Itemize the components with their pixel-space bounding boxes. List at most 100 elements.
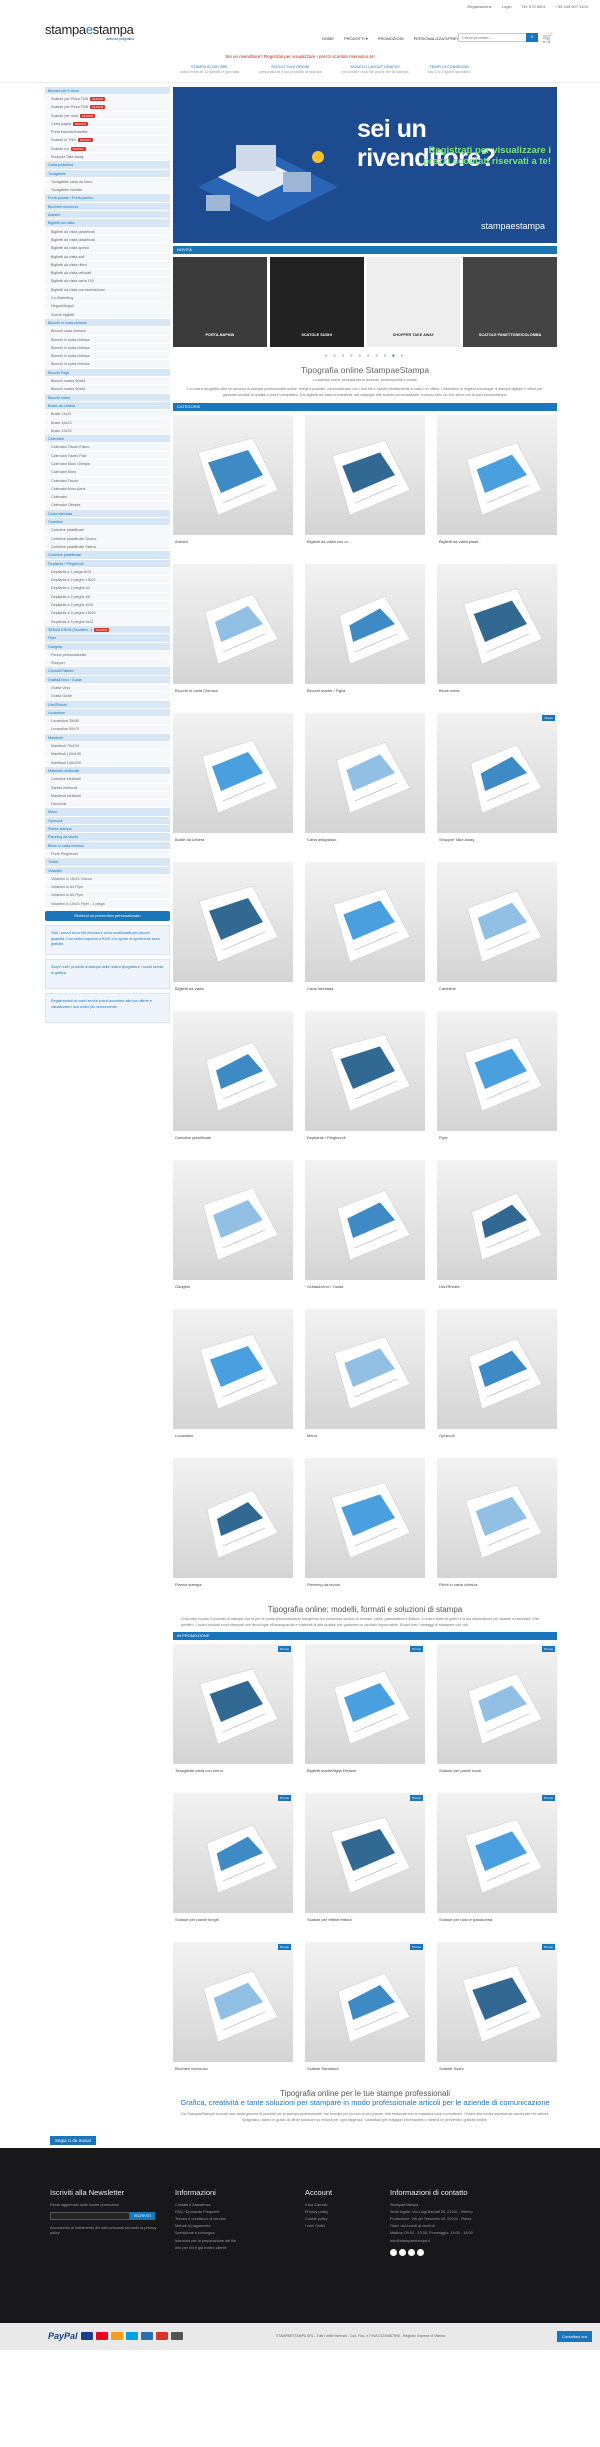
sidebar-subcategory[interactable]: Cartoline elettorali: [45, 775, 170, 784]
product-image[interactable]: [305, 414, 425, 535]
product-name[interactable]: Carta Intestata: [305, 986, 425, 991]
product-card[interactable]: Pianca stampa: [173, 1457, 293, 1595]
sidebar-category[interactable]: Adesivi: [45, 211, 170, 220]
product-image[interactable]: [173, 1010, 293, 1131]
product-image[interactable]: [437, 1010, 557, 1131]
product-name[interactable]: Opuscoli: [437, 1433, 557, 1438]
sidebar-subcategory[interactable]: Biglietti da visita spessi: [45, 244, 170, 253]
sidebar-subcategory[interactable]: Porta bicchieri/bavetta: [45, 128, 170, 137]
sidebar-category[interactable]: Libri/Riviste: [45, 700, 170, 709]
footer-info-link[interactable]: Info per chi è già nostro cliente: [175, 2245, 285, 2252]
sidebar-subcategory[interactable]: Blocchi madre 60x84: [45, 385, 170, 394]
product-name[interactable]: Gratta&Vinci / Guida: [305, 1284, 425, 1289]
novita-card[interactable]: PORTA-NAPKIN: [173, 256, 267, 347]
sidebar-subcategory[interactable]: Penne personalizzate: [45, 650, 170, 660]
sidebar-category[interactable]: Carta intestata: [45, 509, 170, 519]
sidebar-subcategory[interactable]: Calendari Tavolo: [45, 476, 170, 485]
sidebar-subcategory[interactable]: Biglietti da visita plastificati: [45, 235, 170, 245]
sidebar-category[interactable]: Tovagliette: [45, 169, 170, 178]
quote-request-button[interactable]: Richiedi un preventivo personalizzato: [45, 911, 170, 922]
product-name[interactable]: Cartelline: [437, 986, 557, 991]
product-image[interactable]: [437, 712, 557, 833]
sidebar-subcategory[interactable]: Tovagliette riciclate: [45, 186, 170, 195]
footer-info-link[interactable]: Termini e condizioni di vendita: [175, 2216, 285, 2223]
product-image[interactable]: [305, 563, 425, 684]
sidebar-category[interactable]: Calendari: [45, 435, 170, 444]
sidebar-category[interactable]: Buste da Lettera: [45, 401, 170, 411]
product-name[interactable]: Adesivi: [173, 539, 293, 544]
sidebar-subcategory[interactable]: Locandine 35x50: [45, 717, 170, 726]
carousel-dots[interactable]: ● ● ● ● ● ● ● ● ● ●: [173, 353, 557, 359]
product-image[interactable]: [305, 861, 425, 982]
sidebar-subcategory[interactable]: Depliants a 3 pieghe 6x21: [45, 617, 170, 626]
footer-info-link[interactable]: Metodi di pagamento: [175, 2223, 285, 2230]
product-name[interactable]: Biglietti da visita: [173, 986, 293, 991]
sidebar-subcategory[interactable]: Biglietti da visita rilievi: [45, 260, 170, 270]
product-name[interactable]: Bicchieri monouso: [173, 2066, 293, 2071]
hero-banner[interactable]: sei un rivenditore? Registrati per visua…: [173, 86, 557, 243]
sidebar-subcategory[interactable]: Depliants a 3 pieghe 15x20: [45, 609, 170, 618]
sidebar-subcategory[interactable]: Facsimile: [45, 800, 170, 809]
sidebar-subcategory[interactable]: Calendari: [45, 493, 170, 502]
sidebar-category[interactable]: Carta protettiva: [45, 161, 170, 170]
product-image[interactable]: [437, 1644, 557, 1765]
product-image[interactable]: [437, 861, 557, 982]
product-name[interactable]: Scatole per frittine frittura: [305, 1917, 425, 1922]
sidebar-subcategory[interactable]: Scatole in TNN NUOVO: [45, 136, 170, 145]
product-name[interactable]: Pianca stampa: [173, 1582, 293, 1587]
product-card[interactable]: Planning da tavolo: [305, 1457, 425, 1595]
product-image[interactable]: [173, 712, 293, 833]
cart-icon[interactable]: 🛒: [542, 33, 553, 44]
product-card[interactable]: Cartelline: [437, 861, 557, 999]
follow-social-button[interactable]: Segui ci da Social: [50, 2135, 96, 2145]
sidebar-subcategory[interactable]: Tovagliette carta da forno: [45, 177, 170, 187]
product-name[interactable]: Flyer: [437, 1135, 557, 1140]
product-name[interactable]: Biglietti madre/figlia Elettum: [305, 1768, 425, 1773]
product-card[interactable]: Biglietti da visita: [173, 861, 293, 999]
product-image[interactable]: [305, 1010, 425, 1131]
novita-card[interactable]: SHOPPER TAKE AWAY: [366, 256, 461, 347]
sidebar-subcategory[interactable]: Santini elettorali: [45, 783, 170, 792]
product-name[interactable]: Libri/Riviste: [437, 1284, 557, 1289]
product-card[interactable]: Carta antigrasso: [305, 712, 425, 850]
sidebar-subcategory[interactable]: Co-Marketing: [45, 294, 170, 303]
sidebar-subcategory[interactable]: Locandine 50x70: [45, 725, 170, 734]
product-name[interactable]: Scatole per panini tondi: [437, 1768, 557, 1773]
sidebar-subcategory[interactable]: Shopper Take Away: [45, 153, 170, 162]
product-card[interactable]: Libri/Riviste: [437, 1159, 557, 1297]
sidebar-category[interactable]: Giornali/Tabloid: [45, 667, 170, 676]
nav-products[interactable]: PRODOTTI ▾: [344, 36, 368, 41]
product-card[interactable]: Cartoline plastificate: [173, 1010, 293, 1148]
product-image[interactable]: [173, 1793, 293, 1914]
sidebar-subcategory[interactable]: Scatole per dolci NUOVO: [45, 111, 170, 120]
sidebar-subcategory[interactable]: Porte Pieghevoli: [45, 849, 170, 859]
sidebar-category[interactable]: Volantini: [45, 866, 170, 875]
sidebar-category[interactable]: Gadgets: [45, 642, 170, 651]
sidebar-category[interactable]: Block in carta chimica: [45, 841, 170, 850]
search-input[interactable]: [458, 33, 536, 42]
product-card[interactable]: Adesivi: [173, 414, 293, 552]
product-card[interactable]: Carta Intestata: [305, 861, 425, 999]
product-card[interactable]: Gratta&Vinci / Guida: [305, 1159, 425, 1297]
product-card[interactable]: Buste da Lettera: [173, 712, 293, 850]
sidebar-subcategory[interactable]: Scorte biglietti: [45, 310, 170, 319]
newsletter-email-input[interactable]: [50, 2211, 130, 2220]
product-card[interactable]: Biglietti da visita plasti...: [437, 414, 557, 552]
linkedin-icon[interactable]: [408, 2248, 415, 2256]
product-image[interactable]: [437, 1457, 557, 1578]
sidebar-subcategory[interactable]: Cartoline plastificate: [45, 526, 170, 535]
product-image[interactable]: [437, 1159, 557, 1280]
sidebar-subcategory[interactable]: Depliants a 2 pieghe A4: [45, 584, 170, 593]
sidebar-subcategory[interactable]: Manifesti 140x200: [45, 758, 170, 767]
footer-info-link[interactable]: Spedizione e consegna: [175, 2230, 285, 2237]
product-image[interactable]: [305, 1457, 425, 1578]
novita-card[interactable]: SCATOLE SUSHI: [269, 256, 364, 347]
product-name[interactable]: Biglietti da visita plasti...: [437, 539, 557, 544]
sidebar-subcategory[interactable]: Buste 11x23: [45, 410, 170, 419]
sidebar-subcategory[interactable]: Biglietti da visita soft: [45, 252, 170, 261]
product-card[interactable]: Biglietti da visita con ol...: [305, 414, 425, 552]
promo-card[interactable]: Scatole Sandwich Promo: [305, 1942, 425, 2079]
nav-home[interactable]: HOME: [322, 36, 334, 41]
product-name[interactable]: Gadgets: [173, 1284, 293, 1289]
sidebar-subcategory[interactable]: Biglietti da visita vellutati: [45, 269, 170, 278]
